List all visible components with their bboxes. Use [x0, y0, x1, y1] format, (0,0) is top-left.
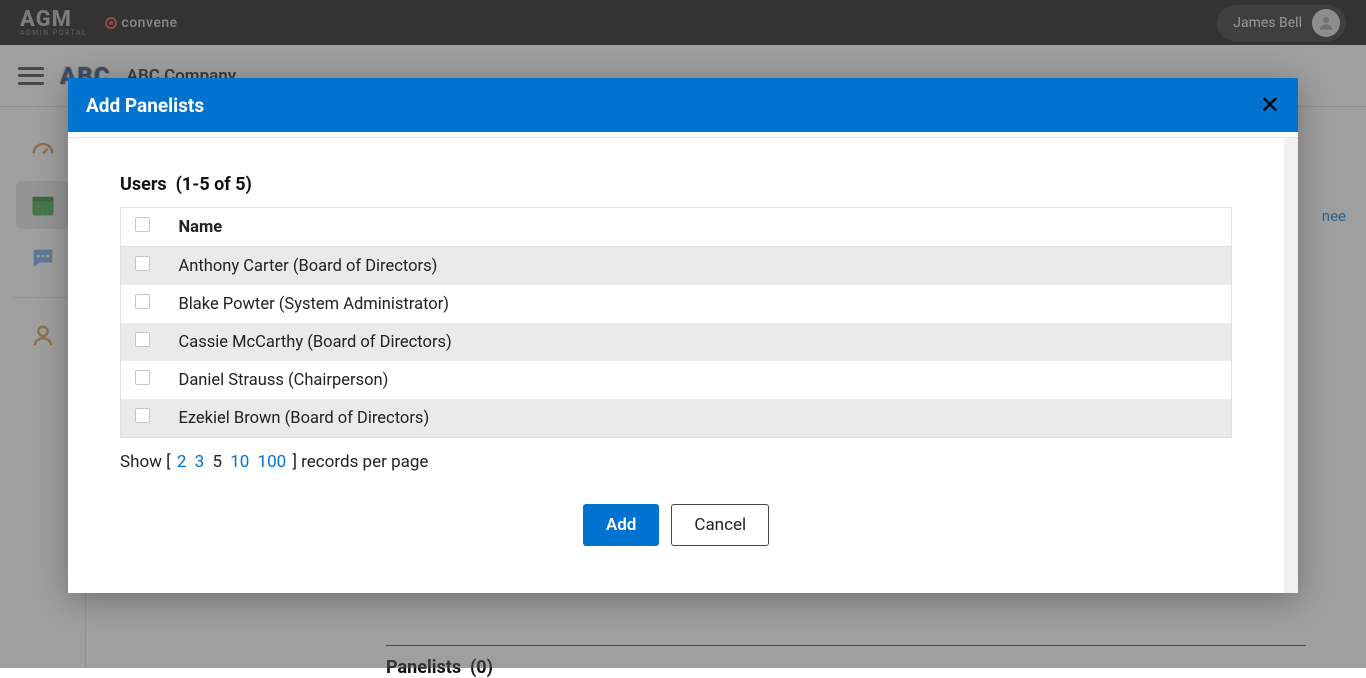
row-checkbox[interactable] [135, 408, 150, 423]
users-label: Users [120, 174, 167, 195]
row-name-cell: Anthony Carter (Board of Directors) [165, 247, 1232, 286]
cancel-button[interactable]: Cancel [671, 504, 769, 546]
select-all-cell [121, 208, 165, 247]
table-row[interactable]: Daniel Strauss (Chairperson) [121, 361, 1232, 399]
add-button[interactable]: Add [583, 504, 660, 546]
row-name-cell: Ezekiel Brown (Board of Directors) [165, 399, 1232, 438]
row-name-cell: Blake Powter (System Administrator) [165, 285, 1232, 323]
row-checkbox[interactable] [135, 332, 150, 347]
modal-body: Users (1-5 of 5) Name Anthony Carter (Bo… [68, 138, 1298, 593]
pager-prefix: Show [ [120, 452, 171, 472]
add-panelists-modal: Add Panelists ✕ Users (1-5 of 5) Name An… [68, 78, 1298, 593]
row-checkbox-cell [121, 247, 165, 286]
modal-header: Add Panelists ✕ [68, 78, 1298, 132]
users-range: (1-5 of 5) [176, 174, 252, 195]
pagination-controls: Show [ 2 3 5 10 100 ] records per page [120, 452, 1232, 472]
users-table: Name Anthony Carter (Board of Directors)… [120, 207, 1232, 438]
pager-suffix: ] records per page [292, 452, 428, 472]
row-checkbox[interactable] [135, 256, 150, 271]
pager-option-current: 5 [212, 452, 222, 472]
modal-title: Add Panelists [86, 94, 204, 117]
table-row[interactable]: Cassie McCarthy (Board of Directors) [121, 323, 1232, 361]
close-icon[interactable]: ✕ [1260, 93, 1280, 117]
row-checkbox[interactable] [135, 370, 150, 385]
row-checkbox-cell [121, 399, 165, 438]
table-row[interactable]: Anthony Carter (Board of Directors) [121, 247, 1232, 286]
table-header-row: Name [121, 208, 1232, 247]
table-row[interactable]: Blake Powter (System Administrator) [121, 285, 1232, 323]
column-header-name[interactable]: Name [165, 208, 1232, 247]
row-name-cell: Cassie McCarthy (Board of Directors) [165, 323, 1232, 361]
row-checkbox[interactable] [135, 294, 150, 309]
row-checkbox-cell [121, 285, 165, 323]
pager-option[interactable]: 2 [177, 452, 187, 472]
select-all-checkbox[interactable] [135, 217, 150, 232]
table-row[interactable]: Ezekiel Brown (Board of Directors) [121, 399, 1232, 438]
row-checkbox-cell [121, 361, 165, 399]
pager-option[interactable]: 3 [195, 452, 205, 472]
row-name-cell: Daniel Strauss (Chairperson) [165, 361, 1232, 399]
pager-option[interactable]: 100 [258, 452, 287, 472]
users-heading: Users (1-5 of 5) [120, 174, 1232, 195]
modal-actions: Add Cancel [120, 504, 1232, 546]
pager-option[interactable]: 10 [230, 452, 249, 472]
scrollbar-thumb[interactable] [1284, 138, 1298, 398]
row-checkbox-cell [121, 323, 165, 361]
